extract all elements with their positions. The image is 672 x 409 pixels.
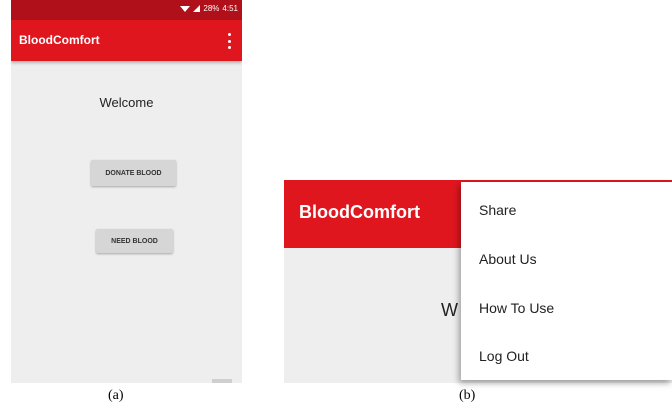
donate-blood-button[interactable]: DONATE BLOOD (91, 160, 176, 186)
status-icons: 28% 4:51 (180, 4, 238, 13)
caption-a: (a) (108, 388, 124, 403)
wifi-icon (180, 5, 191, 12)
app-bar: BloodComfort (11, 20, 242, 61)
battery-text: 28% (203, 4, 220, 13)
bottom-corner-element (212, 379, 232, 383)
need-blood-button[interactable]: NEED BLOOD (96, 229, 173, 253)
signal-icon (193, 5, 201, 12)
time-text: 4:51 (222, 4, 238, 13)
screen-a: 28% 4:51 BloodComfort Welcome DONATE BLO… (11, 0, 242, 383)
overflow-menu-icon[interactable] (228, 33, 232, 49)
status-bar: 28% 4:51 (11, 0, 242, 20)
welcome-text-partial: W (441, 300, 458, 320)
overflow-menu: Share About Us How To Use Log Out (461, 182, 672, 380)
welcome-text: Welcome (99, 95, 154, 110)
menu-item-about-us[interactable]: About Us (479, 251, 537, 267)
caption-b: (b) (459, 388, 476, 403)
app-title: BloodComfort (299, 202, 420, 222)
menu-item-how-to-use[interactable]: How To Use (479, 300, 554, 316)
menu-item-log-out[interactable]: Log Out (479, 348, 529, 364)
menu-item-share[interactable]: Share (479, 202, 516, 218)
app-title: BloodComfort (19, 33, 100, 47)
